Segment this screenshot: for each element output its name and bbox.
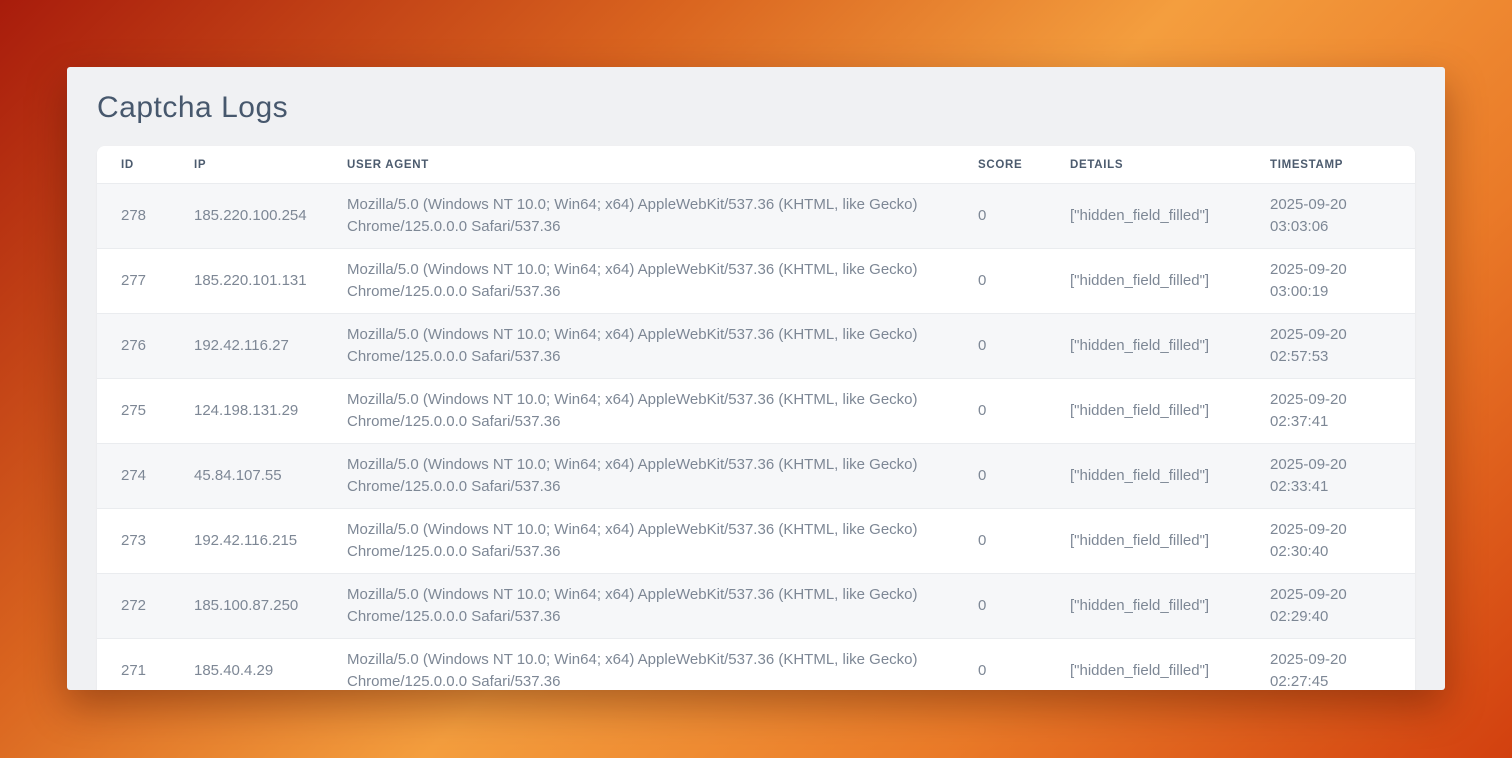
cell-id: 273 [97, 509, 194, 574]
cell-id: 271 [97, 639, 194, 691]
table-header: ID IP USER AGENT SCORE DETAILS TIMESTAMP [97, 146, 1415, 184]
cell-id: 274 [97, 444, 194, 509]
cell-id: 275 [97, 379, 194, 444]
cell-timestamp: 2025-09-20 02:57:53 [1270, 314, 1415, 379]
cell-ip: 185.100.87.250 [194, 574, 347, 639]
cell-ip: 185.40.4.29 [194, 639, 347, 691]
cell-user-agent: Mozilla/5.0 (Windows NT 10.0; Win64; x64… [347, 314, 978, 379]
cell-ip: 185.220.101.131 [194, 249, 347, 314]
cell-ip: 45.84.107.55 [194, 444, 347, 509]
cell-timestamp: 2025-09-20 02:27:45 [1270, 639, 1415, 691]
table-row: 278 185.220.100.254 Mozilla/5.0 (Windows… [97, 184, 1415, 249]
cell-score: 0 [978, 509, 1070, 574]
cell-score: 0 [978, 574, 1070, 639]
column-header-details: DETAILS [1070, 146, 1270, 184]
captcha-logs-card: Captcha Logs ID IP USER AGENT SCORE DETA… [67, 67, 1445, 690]
column-header-score: SCORE [978, 146, 1070, 184]
table-body: 278 185.220.100.254 Mozilla/5.0 (Windows… [97, 184, 1415, 691]
table-row: 275 124.198.131.29 Mozilla/5.0 (Windows … [97, 379, 1415, 444]
cell-ip: 192.42.116.215 [194, 509, 347, 574]
cell-user-agent: Mozilla/5.0 (Windows NT 10.0; Win64; x64… [347, 184, 978, 249]
cell-id: 278 [97, 184, 194, 249]
column-header-id: ID [97, 146, 194, 184]
cell-id: 272 [97, 574, 194, 639]
captcha-logs-table: ID IP USER AGENT SCORE DETAILS TIMESTAMP… [97, 146, 1415, 690]
cell-user-agent: Mozilla/5.0 (Windows NT 10.0; Win64; x64… [347, 574, 978, 639]
table-row: 274 45.84.107.55 Mozilla/5.0 (Windows NT… [97, 444, 1415, 509]
cell-ip: 185.220.100.254 [194, 184, 347, 249]
cell-id: 277 [97, 249, 194, 314]
cell-score: 0 [978, 249, 1070, 314]
cell-user-agent: Mozilla/5.0 (Windows NT 10.0; Win64; x64… [347, 639, 978, 691]
cell-id: 276 [97, 314, 194, 379]
cell-details: ["hidden_field_filled"] [1070, 639, 1270, 691]
cell-user-agent: Mozilla/5.0 (Windows NT 10.0; Win64; x64… [347, 509, 978, 574]
column-header-ip: IP [194, 146, 347, 184]
cell-user-agent: Mozilla/5.0 (Windows NT 10.0; Win64; x64… [347, 249, 978, 314]
cell-score: 0 [978, 184, 1070, 249]
page-title: Captcha Logs [97, 87, 1415, 129]
cell-timestamp: 2025-09-20 03:03:06 [1270, 184, 1415, 249]
cell-details: ["hidden_field_filled"] [1070, 314, 1270, 379]
cell-timestamp: 2025-09-20 02:30:40 [1270, 509, 1415, 574]
cell-timestamp: 2025-09-20 02:33:41 [1270, 444, 1415, 509]
cell-score: 0 [978, 639, 1070, 691]
cell-details: ["hidden_field_filled"] [1070, 379, 1270, 444]
cell-score: 0 [978, 444, 1070, 509]
cell-ip: 124.198.131.29 [194, 379, 347, 444]
cell-details: ["hidden_field_filled"] [1070, 249, 1270, 314]
cell-score: 0 [978, 314, 1070, 379]
cell-timestamp: 2025-09-20 02:29:40 [1270, 574, 1415, 639]
cell-details: ["hidden_field_filled"] [1070, 444, 1270, 509]
table-row: 277 185.220.101.131 Mozilla/5.0 (Windows… [97, 249, 1415, 314]
captcha-logs-table-container: ID IP USER AGENT SCORE DETAILS TIMESTAMP… [97, 146, 1415, 690]
cell-details: ["hidden_field_filled"] [1070, 574, 1270, 639]
table-row: 276 192.42.116.27 Mozilla/5.0 (Windows N… [97, 314, 1415, 379]
cell-score: 0 [978, 379, 1070, 444]
cell-timestamp: 2025-09-20 02:37:41 [1270, 379, 1415, 444]
column-header-user-agent: USER AGENT [347, 146, 978, 184]
table-row: 273 192.42.116.215 Mozilla/5.0 (Windows … [97, 509, 1415, 574]
column-header-timestamp: TIMESTAMP [1270, 146, 1415, 184]
cell-details: ["hidden_field_filled"] [1070, 184, 1270, 249]
cell-user-agent: Mozilla/5.0 (Windows NT 10.0; Win64; x64… [347, 379, 978, 444]
cell-user-agent: Mozilla/5.0 (Windows NT 10.0; Win64; x64… [347, 444, 978, 509]
table-row: 271 185.40.4.29 Mozilla/5.0 (Windows NT … [97, 639, 1415, 691]
cell-ip: 192.42.116.27 [194, 314, 347, 379]
cell-details: ["hidden_field_filled"] [1070, 509, 1270, 574]
cell-timestamp: 2025-09-20 03:00:19 [1270, 249, 1415, 314]
table-row: 272 185.100.87.250 Mozilla/5.0 (Windows … [97, 574, 1415, 639]
